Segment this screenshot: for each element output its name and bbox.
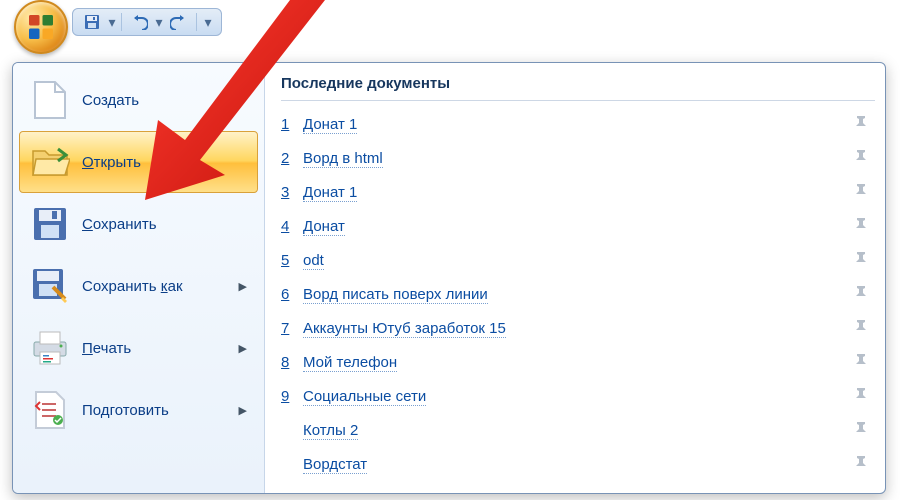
pin-icon[interactable] <box>853 318 875 338</box>
recent-document-item[interactable]: 6Ворд писать поверх линии <box>281 277 875 311</box>
pin-icon[interactable] <box>853 386 875 406</box>
recent-document-name: Социальные сети <box>303 388 853 405</box>
pin-icon[interactable] <box>853 454 875 474</box>
submenu-arrow-icon: ▶ <box>239 342 247 355</box>
save-as-icon <box>30 266 70 306</box>
save-button[interactable] <box>79 11 105 33</box>
recent-document-name: Донат <box>303 218 853 235</box>
recent-document-name: odt <box>303 252 853 269</box>
recent-document-item[interactable]: 1Донат 1 <box>281 107 875 141</box>
separator <box>196 13 197 31</box>
save-icon <box>30 204 70 244</box>
recent-document-item[interactable]: 7Аккаунты Ютуб заработок 15 <box>281 311 875 345</box>
submenu-arrow-icon: ▶ <box>239 280 247 293</box>
recent-document-item[interactable]: Вордстат <box>281 447 875 481</box>
recent-document-item[interactable]: 9Социальные сети <box>281 379 875 413</box>
pin-icon[interactable] <box>853 250 875 270</box>
recent-document-number: 4 <box>281 218 303 235</box>
print-icon <box>30 328 70 368</box>
recent-document-name: Котлы 2 <box>303 422 853 439</box>
recent-document-item[interactable]: 8Мой телефон <box>281 345 875 379</box>
recent-document-item[interactable]: 3Донат 1 <box>281 175 875 209</box>
open-folder-icon <box>30 142 70 182</box>
recent-document-number: 6 <box>281 286 303 303</box>
menu-item-print[interactable]: Печать ▶ <box>19 317 258 379</box>
recent-document-name: Ворд в html <box>303 150 853 167</box>
recent-documents-title: Последние документы <box>281 75 875 101</box>
recent-document-number: 2 <box>281 150 303 167</box>
undo-icon <box>130 14 148 30</box>
pin-icon[interactable] <box>853 352 875 372</box>
pin-icon[interactable] <box>853 216 875 236</box>
menu-item-label: Печать <box>82 340 131 357</box>
pin-icon[interactable] <box>853 148 875 168</box>
submenu-arrow-icon: ▶ <box>239 404 247 417</box>
save-icon <box>84 14 100 30</box>
pin-icon[interactable] <box>853 420 875 440</box>
recent-document-number: 1 <box>281 116 303 133</box>
recent-document-number: 7 <box>281 320 303 337</box>
redo-icon <box>170 14 188 30</box>
prepare-icon <box>30 390 70 430</box>
quick-access-toolbar: ▾ ▾ ▾ <box>72 8 222 36</box>
recent-document-name: Мой телефон <box>303 354 853 371</box>
recent-document-name: Ворд писать поверх линии <box>303 286 853 303</box>
recent-document-number: 3 <box>281 184 303 201</box>
menu-item-label: Создать <box>82 92 139 109</box>
separator <box>121 13 122 31</box>
pin-icon[interactable] <box>853 284 875 304</box>
recent-document-name: Вордстат <box>303 456 853 473</box>
qat-customize[interactable]: ▾ <box>201 14 215 31</box>
recent-document-item[interactable]: 2Ворд в html <box>281 141 875 175</box>
new-document-icon <box>30 80 70 120</box>
menu-item-label: Сохранить <box>82 216 157 233</box>
recent-document-name: Донат 1 <box>303 116 853 133</box>
recent-document-item[interactable]: Котлы 2 <box>281 413 875 447</box>
menu-item-label: Подготовить <box>82 402 169 419</box>
undo-button[interactable] <box>126 11 152 33</box>
menu-commands: Создать Открыть Сохранить <box>13 63 265 493</box>
save-dropdown[interactable]: ▾ <box>107 14 117 31</box>
menu-item-prepare[interactable]: Подготовить ▶ <box>19 379 258 441</box>
recent-document-item[interactable]: 4Донат <box>281 209 875 243</box>
menu-item-save[interactable]: Сохранить <box>19 193 258 255</box>
office-button[interactable] <box>14 0 68 54</box>
office-logo-icon <box>26 12 56 42</box>
menu-item-save-as[interactable]: Сохранить как ▶ <box>19 255 258 317</box>
recent-document-number: 8 <box>281 354 303 371</box>
office-menu: Создать Открыть Сохранить <box>12 62 886 494</box>
recent-document-name: Аккаунты Ютуб заработок 15 <box>303 320 853 337</box>
menu-item-label: Сохранить как <box>82 278 183 295</box>
recent-document-item[interactable]: 5odt <box>281 243 875 277</box>
recent-document-name: Донат 1 <box>303 184 853 201</box>
pin-icon[interactable] <box>853 114 875 134</box>
undo-dropdown[interactable]: ▾ <box>154 14 164 31</box>
recent-documents-panel: Последние документы 1Донат 12Ворд в html… <box>265 63 885 493</box>
pin-icon[interactable] <box>853 182 875 202</box>
menu-item-open[interactable]: Открыть <box>19 131 258 193</box>
recent-document-number: 9 <box>281 388 303 405</box>
recent-document-number: 5 <box>281 252 303 269</box>
redo-button[interactable] <box>166 11 192 33</box>
recent-documents-list: 1Донат 12Ворд в html3Донат 14Донат5odt6В… <box>281 107 875 481</box>
menu-item-new[interactable]: Создать <box>19 69 258 131</box>
menu-item-label: Открыть <box>82 154 141 171</box>
